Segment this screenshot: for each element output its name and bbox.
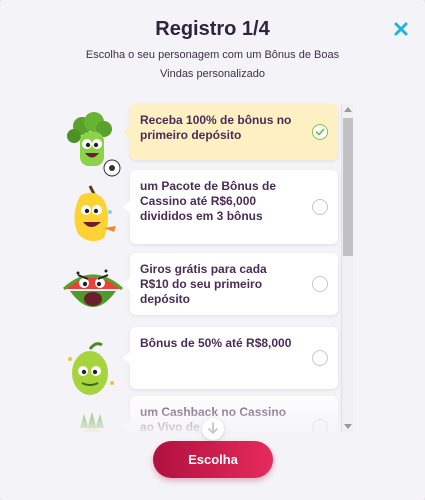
bonus-option-card[interactable]: Bônus de 50% até R$8,000 — [123, 327, 338, 389]
scroll-up-arrow-icon[interactable] — [344, 107, 352, 112]
close-icon[interactable] — [393, 21, 409, 37]
banana-character-icon — [60, 182, 126, 248]
radio-button[interactable] — [312, 419, 328, 432]
bonus-option[interactable]: Bônus de 50% até R$8,000 — [60, 327, 342, 395]
bonus-option-list[interactable]: Receba 100% de bônus no primeiro depósit… — [60, 98, 356, 432]
choose-button[interactable]: Escolha — [153, 441, 273, 478]
list-scrollbar[interactable] — [341, 104, 353, 432]
lime-character-icon — [60, 337, 126, 403]
radio-button[interactable] — [312, 276, 328, 292]
scrollbar-thumb[interactable] — [343, 118, 353, 256]
bonus-option-card[interactable]: um Cashback no Cassino ao Vivo de até — [123, 396, 338, 432]
bonus-option[interactable]: um Pacote de Bônus de Cassino até R$6,00… — [60, 168, 342, 248]
bonus-option-card[interactable]: um Pacote de Bônus de Cassino até R$6,00… — [123, 170, 338, 244]
bonus-option[interactable]: Giros grátis para cada R$10 do seu prime… — [60, 253, 342, 319]
watermelon-character-icon — [60, 259, 126, 325]
bonus-option-card[interactable]: Giros grátis para cada R$10 do seu prime… — [123, 253, 338, 315]
check-icon[interactable] — [312, 124, 328, 140]
bonus-option-card[interactable]: Receba 100% de bônus no primeiro depósit… — [123, 104, 338, 160]
bonus-option-text: Bônus de 50% até R$8,000 — [140, 336, 292, 350]
radio-button[interactable] — [312, 350, 328, 366]
bonus-option-text: Receba 100% de bônus no primeiro depósit… — [140, 113, 292, 142]
registration-modal: Registro 1/4 Escolha o seu personagem co… — [0, 0, 425, 500]
radio-button[interactable] — [312, 199, 328, 215]
bonus-option[interactable]: Receba 100% de bônus no primeiro depósit… — [60, 98, 342, 177]
modal-title: Registro 1/4 — [155, 18, 270, 40]
pineapple-character-icon — [60, 408, 126, 432]
scroll-down-arrow-icon[interactable] — [344, 424, 352, 429]
bonus-option-text: um Pacote de Bônus de Cassino até R$6,00… — [140, 179, 277, 223]
modal-subtitle: Escolha o seu personagem com um Bônus de… — [85, 49, 340, 80]
bonus-option-text: Giros grátis para cada R$10 do seu prime… — [140, 262, 267, 306]
bonus-option[interactable]: um Cashback no Cassino ao Vivo de até — [60, 396, 342, 432]
scroll-down-icon[interactable] — [202, 418, 224, 440]
